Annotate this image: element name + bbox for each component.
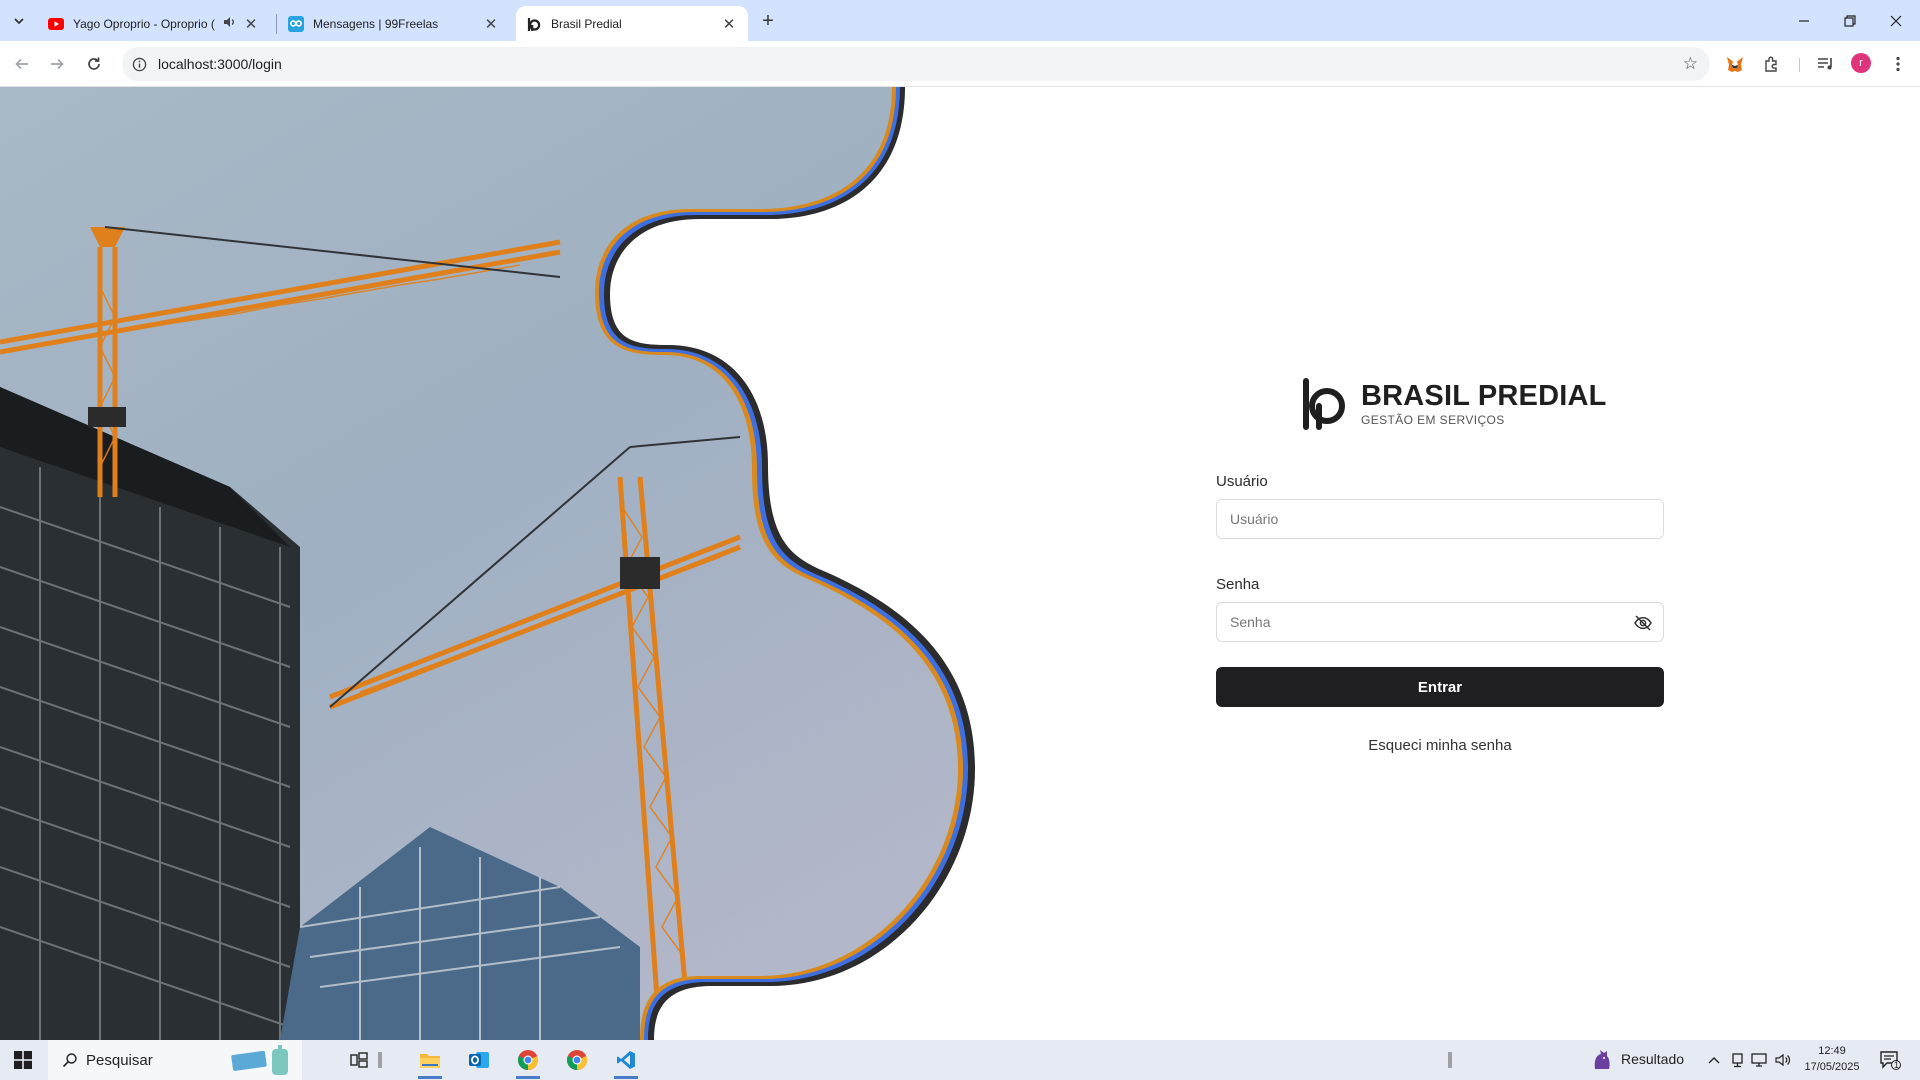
browser-menu-icon[interactable]: [1886, 52, 1910, 76]
taskbar-chrome[interactable]: [508, 1040, 548, 1080]
brand-name: BRASIL PREDIAL: [1361, 380, 1607, 412]
arrow-right-icon: [51, 58, 64, 70]
site-info-icon[interactable]: [122, 57, 156, 72]
construction-hero-image: [0, 87, 975, 1040]
search-icon: [62, 1053, 77, 1068]
forward-button[interactable]: [43, 50, 71, 78]
close-window-button[interactable]: [1873, 0, 1919, 41]
address-bar[interactable]: localhost:3000/login ☆: [122, 47, 1710, 81]
restore-button[interactable]: [1827, 0, 1873, 41]
reload-icon: [88, 57, 100, 70]
brand-logo: BRASIL PREDIAL GESTÃO EM SERVIÇOS: [1300, 377, 1607, 431]
username-label: Usuário: [1216, 473, 1268, 490]
tray-volume-button[interactable]: [1772, 1040, 1794, 1080]
windows-logo-icon: [14, 1051, 32, 1069]
chrome-icon: [517, 1050, 539, 1070]
tray-network-button[interactable]: [1748, 1040, 1770, 1080]
password-input[interactable]: [1217, 603, 1663, 641]
taskbar-outlook[interactable]: [459, 1040, 499, 1080]
grip-icon: [378, 1052, 382, 1068]
brasil-predial-icon: [526, 16, 542, 32]
back-button[interactable]: [8, 50, 36, 78]
close-tab-icon[interactable]: ✕: [482, 15, 500, 33]
username-field: [1216, 499, 1664, 539]
tab-search-button[interactable]: [6, 8, 32, 34]
notifications-button[interactable]: 1: [1870, 1040, 1910, 1080]
arrow-left-icon: [15, 58, 28, 70]
grip-icon: [1448, 1052, 1452, 1068]
chrome-icon: [566, 1050, 588, 1070]
close-icon: [1890, 15, 1902, 26]
brand-tagline: GESTÃO EM SERVIÇOS: [1361, 413, 1505, 427]
taskbar-search-placeholder: Pesquisar: [86, 1051, 153, 1069]
windows-taskbar: Pesquisar Resultado 12:49 17/05/2025 1: [0, 1040, 1920, 1080]
travel-highlight-icon: [231, 1045, 288, 1075]
extensions-icon[interactable]: [1760, 52, 1784, 76]
password-field: [1216, 602, 1664, 642]
taskbar-vscode[interactable]: [606, 1040, 646, 1080]
network-icon: [1751, 1053, 1767, 1067]
password-label: Senha: [1216, 576, 1260, 593]
widgets-handle[interactable]: [370, 1040, 390, 1080]
speaker-icon[interactable]: [222, 15, 236, 32]
new-tab-button[interactable]: +: [756, 9, 780, 33]
vscode-icon: [617, 1051, 635, 1069]
minimize-button[interactable]: [1781, 0, 1827, 41]
brasil-predial-logo-icon: [1303, 378, 1345, 430]
notification-count: 1: [1894, 1060, 1900, 1070]
start-button[interactable]: [0, 1040, 46, 1080]
browser-tab-bar: Yago Oproprio - Oproprio ( ✕ Mensagens |…: [0, 0, 1920, 41]
tray-meet-button[interactable]: [1726, 1040, 1748, 1080]
forgot-password-link[interactable]: Esqueci minha senha: [1216, 737, 1664, 754]
minimize-icon: [1799, 19, 1809, 22]
profile-avatar[interactable]: r: [1851, 53, 1871, 73]
metamask-extension-icon[interactable]: [1723, 52, 1747, 76]
close-tab-icon[interactable]: ✕: [720, 15, 738, 33]
input-indicator-handle[interactable]: [1440, 1040, 1460, 1080]
weather-label[interactable]: Resultado: [1621, 1051, 1684, 1067]
folder-icon: [420, 1054, 440, 1068]
tab-youtube[interactable]: Yago Oproprio - Oproprio ( ✕: [38, 6, 270, 41]
chevron-down-icon: [14, 18, 24, 25]
toolbar-separator: [1799, 58, 1800, 72]
tab-title: Yago Oproprio - Oproprio (: [73, 16, 215, 31]
show-hidden-icons-button[interactable]: [1702, 1040, 1726, 1080]
clock-date: 17/05/2025: [1804, 1061, 1860, 1073]
taskbar-chrome-profile[interactable]: [557, 1040, 597, 1080]
taskbar-file-explorer[interactable]: [410, 1040, 450, 1080]
youtube-icon: [48, 16, 64, 32]
restore-icon: [1844, 14, 1856, 27]
login-page: BRASIL PREDIAL GESTÃO EM SERVIÇOS Usuári…: [0, 87, 1920, 1040]
browser-toolbar: localhost:3000/login ☆: [0, 41, 1920, 87]
clock-time: 12:49: [1818, 1045, 1846, 1057]
media-controls-icon[interactable]: [1814, 52, 1838, 76]
tab-title: Mensagens | 99Freelas: [313, 16, 439, 31]
tab-separator: [276, 14, 277, 34]
outlook-icon: [469, 1052, 489, 1068]
login-form: Usuário Senha Entrar Esqueci minha senha: [1216, 473, 1664, 754]
bookmark-star-icon[interactable]: ☆: [1683, 54, 1698, 74]
weather-widget-icon[interactable]: [1582, 1040, 1622, 1080]
eye-off-icon[interactable]: [1633, 613, 1653, 633]
taskbar-clock[interactable]: 12:49 17/05/2025: [1796, 1043, 1868, 1075]
tab-brasil-predial[interactable]: Brasil Predial ✕: [516, 6, 748, 41]
url-text: localhost:3000/login: [158, 56, 282, 72]
cat-icon: [1594, 1050, 1610, 1069]
device-icon: [1731, 1053, 1743, 1068]
close-tab-icon[interactable]: ✕: [242, 15, 260, 33]
volume-icon: [1775, 1053, 1791, 1067]
username-input[interactable]: [1217, 500, 1663, 538]
login-submit-button[interactable]: Entrar: [1216, 667, 1664, 707]
chevron-up-icon: [1708, 1057, 1720, 1064]
task-view-icon: [350, 1052, 368, 1068]
reload-button[interactable]: [80, 50, 108, 78]
tab-99freelas[interactable]: Mensagens | 99Freelas ✕: [278, 6, 510, 41]
99freelas-icon: [288, 15, 304, 32]
tab-title: Brasil Predial: [551, 16, 622, 31]
taskbar-search[interactable]: Pesquisar: [48, 1040, 302, 1080]
